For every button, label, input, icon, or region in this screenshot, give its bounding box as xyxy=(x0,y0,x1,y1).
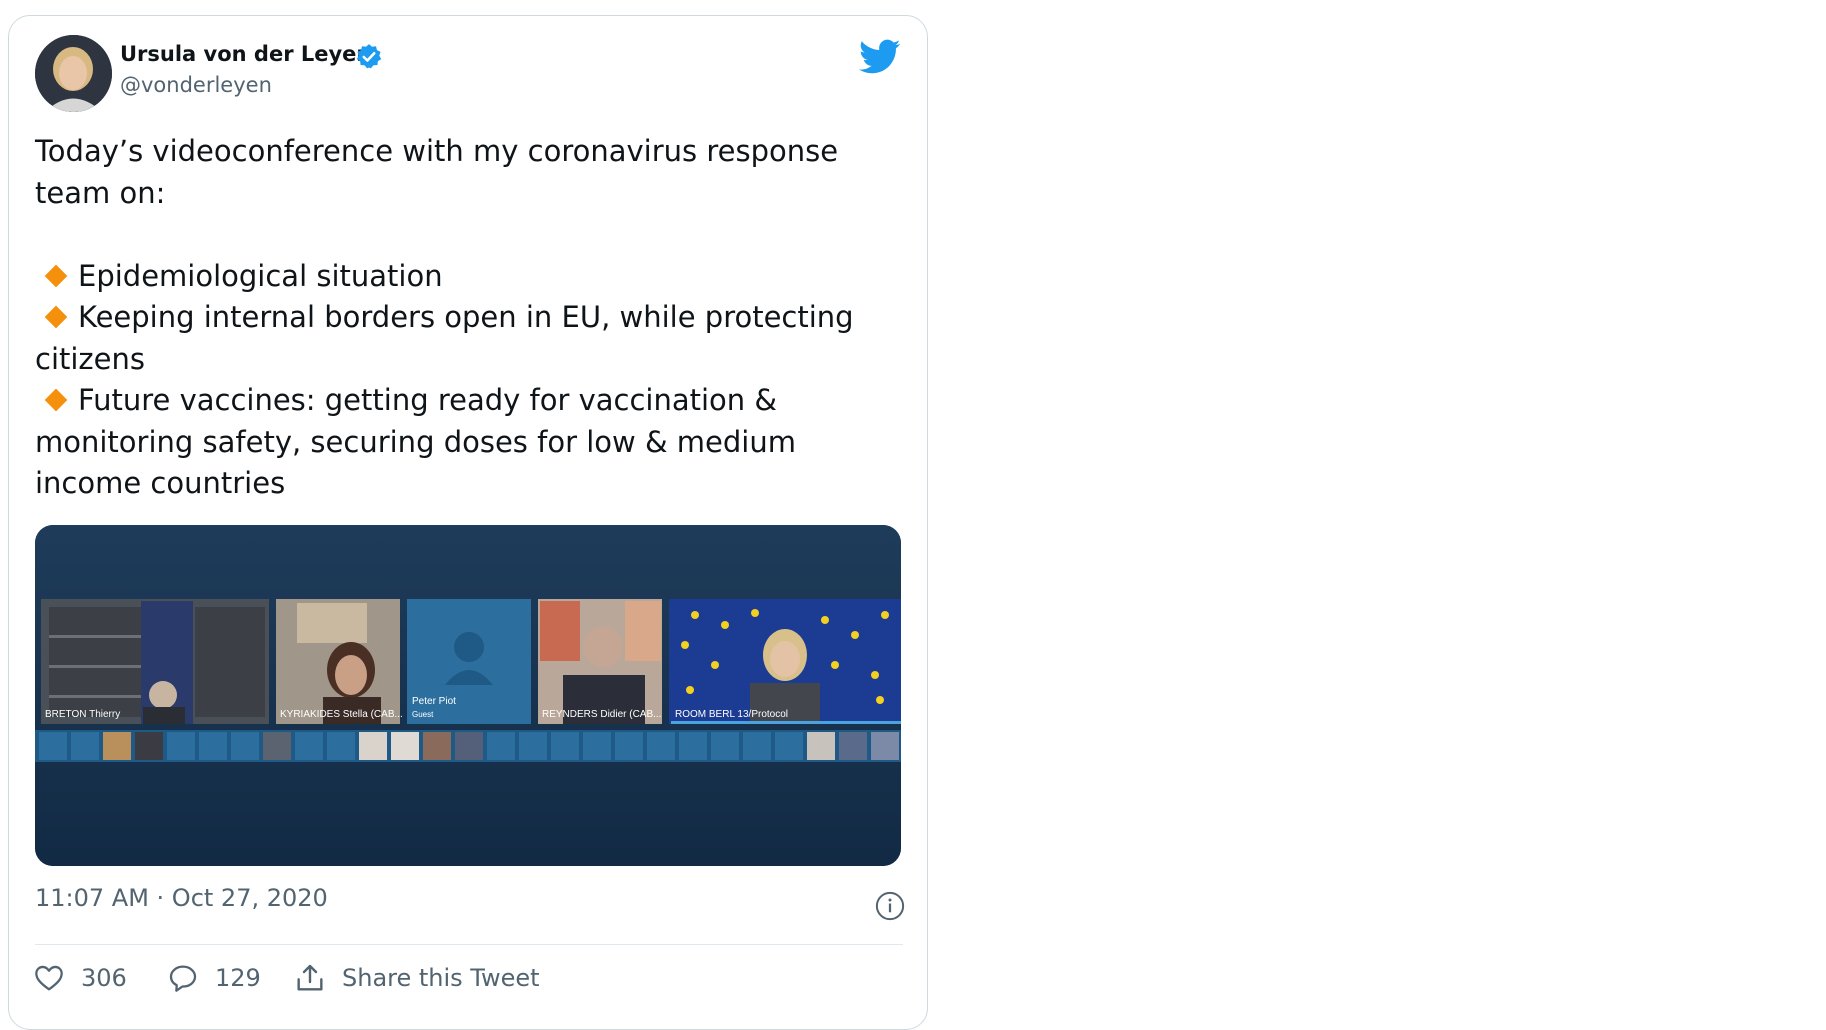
divider xyxy=(35,944,903,945)
share-label: Share this Tweet xyxy=(342,964,540,992)
media-image[interactable]: BRETON Thierry KYRIAKIDES Stella (CAB...… xyxy=(35,525,901,866)
like-button[interactable]: 306 xyxy=(33,958,127,998)
video-tile-room xyxy=(669,599,901,724)
tile-label-piot-role: Guest xyxy=(412,710,434,719)
info-icon[interactable] xyxy=(875,891,905,921)
tile-label-breton: BRETON Thierry xyxy=(45,709,121,720)
heart-icon xyxy=(35,965,63,991)
speech-bubble-icon xyxy=(169,965,197,992)
bullet-item: Epidemiological situation xyxy=(35,256,905,298)
share-upload-icon xyxy=(297,964,323,991)
tweet-text: Today’s videoconference with my coronavi… xyxy=(35,131,905,505)
video-tile-breton xyxy=(41,599,269,724)
timestamp[interactable]: 11:07 AM · Oct 27, 2020 xyxy=(35,884,328,912)
tweet-intro: Today’s videoconference with my coronavi… xyxy=(35,134,839,210)
tile-label-kyriakides: KYRIAKIDES Stella (CAB... xyxy=(280,709,403,720)
orange-diamond-icon xyxy=(44,264,68,287)
twitter-bird-icon[interactable] xyxy=(859,38,901,76)
orange-diamond-icon xyxy=(44,388,68,412)
reply-button[interactable]: 129 xyxy=(167,958,261,998)
display-name[interactable]: Ursula von der Leyen xyxy=(120,42,371,66)
bullet-item: Future vaccines: getting ready for vacci… xyxy=(35,383,796,500)
handle[interactable]: @vonderleyen xyxy=(120,73,272,97)
tile-label-piot: Peter Piot xyxy=(412,696,456,707)
videoconference-screenshot xyxy=(35,525,901,866)
verified-badge-icon xyxy=(356,44,382,69)
reply-count: 129 xyxy=(215,964,261,992)
like-count: 306 xyxy=(81,964,127,992)
avatar[interactable] xyxy=(35,35,112,112)
orange-diamond-icon xyxy=(44,305,68,329)
bullet-item: Keeping internal borders open in EU, whi… xyxy=(35,300,854,376)
tweet-card[interactable]: Ursula von der Leyen @vonderleyen Today’… xyxy=(8,15,928,1030)
video-tile-kyriakides xyxy=(276,599,400,724)
participant-strip xyxy=(35,730,901,762)
share-button[interactable]: Share this Tweet xyxy=(294,958,540,998)
tile-label-reynders: REYNDERS Didier (CAB... xyxy=(542,709,662,720)
video-tile-reynders xyxy=(538,599,662,724)
tile-label-room: ROOM BERL 13/Protocol xyxy=(675,709,789,720)
